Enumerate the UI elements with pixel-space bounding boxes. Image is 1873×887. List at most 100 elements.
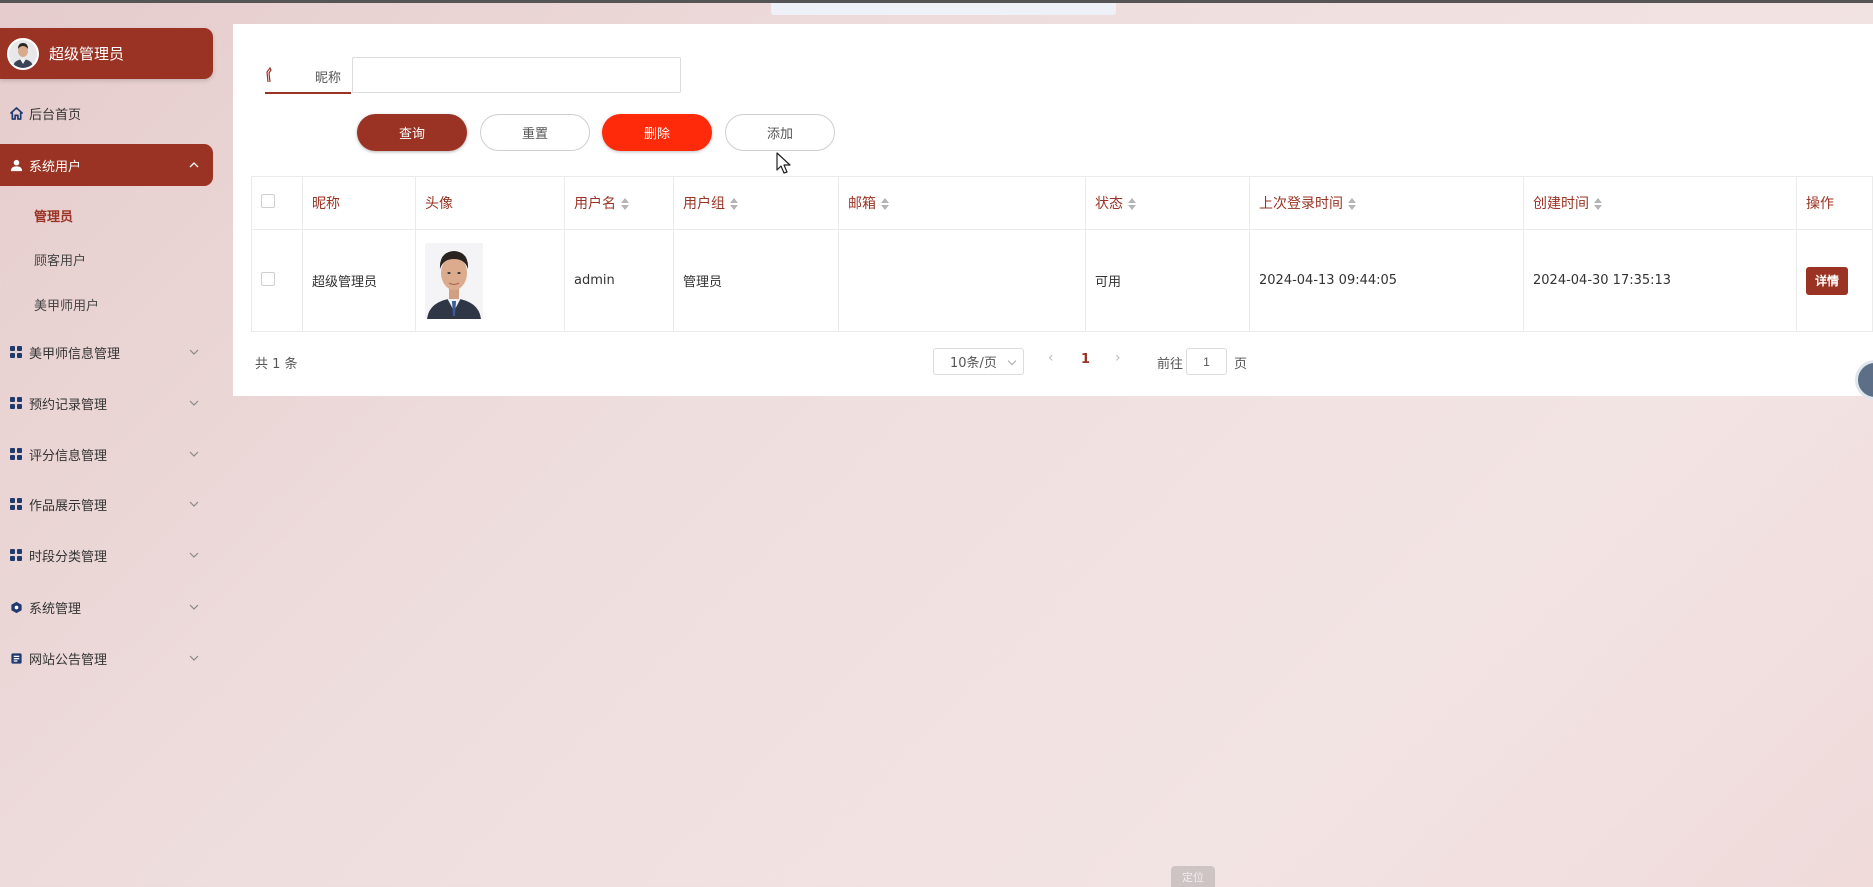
- sort-icon[interactable]: [1594, 198, 1602, 210]
- sidebar-item-label: 后台首页: [29, 107, 82, 123]
- chevron-down-icon: [189, 347, 199, 357]
- column-header-action: 操作: [1796, 176, 1873, 230]
- search-label: 昵称: [315, 71, 342, 86]
- submenu-item-manicurist-users[interactable]: 美甲师用户: [34, 295, 99, 314]
- user-name: 超级管理员: [49, 45, 125, 63]
- cell-email: [838, 229, 1086, 332]
- column-header-label: 头像: [425, 196, 453, 212]
- cell-avatar: [415, 229, 565, 332]
- page-size-value: 10条/页: [950, 356, 997, 371]
- user-photo[interactable]: [425, 242, 483, 319]
- sidebar-item-label: 作品展示管理: [29, 498, 108, 514]
- sidebar: 超级管理员 后台首页 系统用户 管理员 顾客用户 美甲师用户 美甲师信息管理 预…: [0, 0, 215, 887]
- home-icon: [9, 106, 23, 120]
- sort-icon[interactable]: [1348, 198, 1356, 210]
- sidebar-item-label: 系统用户: [29, 159, 82, 175]
- sidebar-item-time-slots[interactable]: 时段分类管理: [0, 535, 213, 575]
- column-header-label: 昵称: [312, 196, 340, 212]
- table-row: 超级管理员 admin 管理员 可用 2024-04-13 09:44:05 2…: [251, 229, 1873, 332]
- prev-page-icon[interactable]: ‹: [1048, 350, 1054, 366]
- delete-button[interactable]: 删除: [602, 114, 712, 151]
- page-size-select[interactable]: 10条/页: [933, 348, 1024, 375]
- pagination-total: 共 1 条: [255, 357, 298, 372]
- sort-icon[interactable]: [881, 198, 889, 210]
- column-header-email[interactable]: 邮箱: [838, 176, 1086, 230]
- next-page-icon[interactable]: ›: [1115, 350, 1121, 366]
- sidebar-item-home[interactable]: 后台首页: [0, 93, 213, 133]
- cell-last-login: 2024-04-13 09:44:05: [1249, 229, 1524, 332]
- sort-icon[interactable]: [1128, 198, 1136, 210]
- column-header-label: 创建时间: [1533, 196, 1589, 212]
- user-icon: [9, 158, 23, 172]
- submenu-item-customer-users[interactable]: 顾客用户: [34, 250, 86, 269]
- chevron-down-icon: [189, 602, 199, 612]
- column-header-group[interactable]: 用户组: [673, 176, 839, 230]
- sidebar-item-ratings[interactable]: 评分信息管理: [0, 434, 213, 474]
- chevron-down-icon: [1007, 356, 1017, 366]
- column-header-status[interactable]: 状态: [1085, 176, 1250, 230]
- cell-nickname: 超级管理员: [302, 229, 416, 332]
- column-header-label: 用户组: [683, 196, 725, 212]
- user-header[interactable]: 超级管理员: [0, 28, 213, 79]
- sidebar-item-label: 评分信息管理: [29, 448, 108, 464]
- avatar: [7, 37, 39, 70]
- users-table: 昵称 头像 用户名 用户组 邮箱 状态 上次登录时间 创建时间 操作 超级管理员: [251, 176, 1873, 332]
- cell-group: 管理员: [673, 229, 839, 332]
- sidebar-item-label: 时段分类管理: [29, 549, 108, 565]
- chevron-up-icon: [189, 160, 199, 170]
- column-header-label: 操作: [1806, 196, 1834, 212]
- sidebar-item-label: 预约记录管理: [29, 397, 108, 413]
- column-header-last-login[interactable]: 上次登录时间: [1249, 176, 1524, 230]
- add-button[interactable]: 添加: [725, 114, 835, 151]
- sidebar-item-appointments[interactable]: 预约记录管理: [0, 383, 213, 423]
- sidebar-item-manicurist-info[interactable]: 美甲师信息管理: [0, 332, 213, 372]
- top-tab-strip: [771, 3, 1116, 15]
- column-header-label: 用户名: [574, 196, 616, 212]
- grid-icon: [9, 497, 23, 511]
- select-all-checkbox[interactable]: [261, 194, 275, 208]
- goto-page-input[interactable]: [1186, 348, 1227, 375]
- query-button[interactable]: 查询: [357, 114, 467, 151]
- sidebar-item-label: 网站公告管理: [29, 652, 108, 668]
- cell-username: admin: [564, 229, 674, 332]
- goto-label: 前往: [1157, 357, 1184, 372]
- page-number-current[interactable]: 1: [1081, 352, 1090, 367]
- column-header-label: 状态: [1095, 196, 1123, 212]
- column-header-avatar: 头像: [415, 176, 565, 230]
- chevron-down-icon: [189, 499, 199, 509]
- sort-icon[interactable]: [730, 198, 738, 210]
- sidebar-item-label: 系统管理: [29, 601, 82, 617]
- chevron-down-icon: [189, 449, 199, 459]
- column-header-created[interactable]: 创建时间: [1523, 176, 1797, 230]
- settings-hex-icon: [9, 600, 23, 614]
- sidebar-item-system-management[interactable]: 系统管理: [0, 587, 213, 627]
- chevron-down-icon: [189, 550, 199, 560]
- submenu-item-admin[interactable]: 管理员: [34, 206, 73, 225]
- grid-icon: [9, 345, 23, 359]
- sort-icon[interactable]: [621, 198, 629, 210]
- chevron-down-icon: [189, 653, 199, 663]
- grid-icon: [9, 396, 23, 410]
- select-all-cell: [251, 176, 303, 230]
- main-panel: 昵称 查询 重置 删除 添加 昵称 头像 用户名 用户组 邮箱 状态 上次登录时…: [233, 24, 1873, 396]
- locate-chip[interactable]: 定位: [1171, 866, 1215, 887]
- cell-created: 2024-04-30 17:35:13: [1523, 229, 1797, 332]
- grid-icon: [9, 548, 23, 562]
- sidebar-item-announcements[interactable]: 网站公告管理: [0, 638, 213, 678]
- sidebar-item-works[interactable]: 作品展示管理: [0, 484, 213, 524]
- nickname-search-input[interactable]: [352, 57, 681, 93]
- pen-icon: [265, 66, 279, 84]
- column-header-label: 邮箱: [848, 196, 876, 212]
- notice-icon: [9, 651, 23, 665]
- row-select-cell: [251, 229, 303, 332]
- row-checkbox[interactable]: [261, 271, 275, 286]
- column-header-username[interactable]: 用户名: [564, 176, 674, 230]
- cell-action: 详情: [1796, 229, 1873, 332]
- mouse-cursor-icon: [776, 152, 791, 174]
- goto-unit: 页: [1234, 357, 1248, 372]
- sidebar-item-system-users[interactable]: 系统用户: [0, 144, 213, 186]
- reset-button[interactable]: 重置: [480, 114, 590, 151]
- cell-status: 可用: [1085, 229, 1250, 332]
- detail-button[interactable]: 详情: [1806, 266, 1848, 295]
- column-header-label: 上次登录时间: [1259, 196, 1343, 212]
